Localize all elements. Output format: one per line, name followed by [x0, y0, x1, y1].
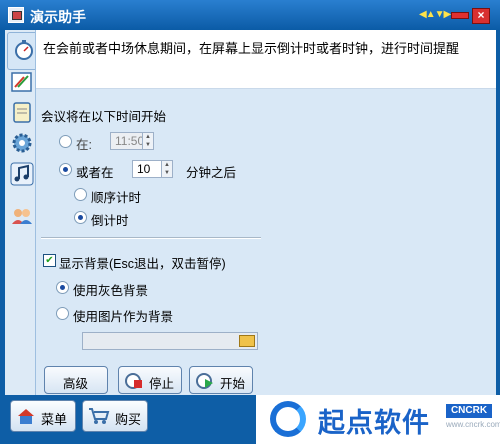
minimize-button[interactable] — [451, 12, 469, 19]
show-background-label: 显示背景(Esc退出，双击暂停) — [59, 257, 226, 271]
stop-icon — [125, 373, 142, 389]
description-text: 在会前或者中场休息期间，在屏幕上显示倒计时或者时钟，进行时间提醒 — [43, 41, 460, 56]
folder-icon[interactable] — [239, 335, 255, 347]
gear-icon — [12, 133, 32, 153]
watermark-tag: CNCRK — [446, 404, 492, 418]
radio-at-time[interactable] — [59, 135, 72, 148]
at-time-spinner[interactable]: ▲ ▼ — [142, 132, 154, 150]
count-down-label: 倒计时 — [91, 214, 129, 228]
arrows-icon[interactable]: ◀▲▼▶ — [419, 9, 451, 21]
watermark: 起点软件 CNCRK www.cncrk.com — [256, 395, 500, 444]
radio-count-down[interactable] — [74, 211, 87, 224]
start-heading: 会议将在以下时间开始 — [41, 110, 167, 124]
description-area: 在会前或者中场休息期间，在屏幕上显示倒计时或者时钟，进行时间提醒 — [36, 30, 496, 89]
radio-after-minutes[interactable] — [59, 163, 72, 176]
menu-button-label: 菜单 — [41, 412, 68, 427]
start-icon — [196, 373, 213, 389]
tab-notes[interactable] — [8, 98, 34, 126]
radio-gray-background[interactable] — [56, 281, 69, 294]
app-window: 演示助手 ◀▲▼▶ × 在会前或者中场休息期间，在屏幕上显示倒计时或者时钟，进行… — [0, 0, 500, 444]
tab-music[interactable] — [8, 160, 34, 188]
image-path-input[interactable] — [82, 332, 258, 350]
radio-image-background[interactable] — [56, 307, 69, 320]
window-title: 演示助手 — [30, 9, 86, 25]
menu-button[interactable]: 菜单 — [10, 400, 76, 432]
advanced-button-label: 高级 — [63, 377, 89, 391]
tab-users[interactable] — [8, 202, 34, 230]
count-up-label: 顺序计时 — [91, 191, 142, 205]
buy-button-label: 购买 — [115, 412, 142, 427]
home-icon — [18, 409, 34, 424]
note-icon — [13, 102, 31, 123]
music-note-icon — [10, 162, 34, 186]
gray-background-label: 使用灰色背景 — [73, 284, 149, 298]
start-button-label: 开始 — [220, 377, 246, 391]
shopping-cart-icon — [89, 408, 110, 424]
app-icon — [8, 7, 24, 23]
drawing-board-icon — [11, 72, 32, 92]
advanced-button[interactable]: 高级 — [44, 366, 108, 394]
buy-button[interactable]: 购买 — [82, 400, 148, 432]
show-background-checkbox[interactable]: ✔ — [43, 254, 56, 267]
watermark-text: 起点软件 — [318, 408, 430, 438]
title-bar[interactable]: 演示助手 ◀▲▼▶ × — [0, 0, 500, 30]
tab-settings[interactable] — [8, 129, 34, 157]
start-button[interactable]: 开始 — [189, 366, 253, 394]
watermark-logo-icon — [270, 401, 306, 437]
stopwatch-icon — [15, 40, 33, 60]
side-tab-rail — [5, 30, 40, 395]
main-panel: 在会前或者中场休息期间，在屏幕上显示倒计时或者时钟，进行时间提醒 会议将在以下时… — [35, 30, 496, 395]
tab-drawing[interactable] — [8, 68, 34, 96]
at-time-label: 在: — [76, 138, 92, 152]
stop-button-label: 停止 — [149, 377, 175, 391]
watermark-url: www.cncrk.com — [446, 420, 500, 429]
stop-button[interactable]: 停止 — [118, 366, 182, 394]
users-icon — [12, 209, 32, 224]
image-background-label: 使用图片作为背景 — [73, 310, 174, 324]
after-minutes-label: 或者在 — [76, 166, 114, 180]
radio-count-up[interactable] — [74, 188, 87, 201]
section-divider — [41, 237, 261, 239]
close-button[interactable]: × — [472, 8, 490, 24]
minutes-spinner[interactable]: ▲ ▼ — [161, 160, 173, 178]
minutes-suffix-label: 分钟之后 — [186, 166, 237, 180]
